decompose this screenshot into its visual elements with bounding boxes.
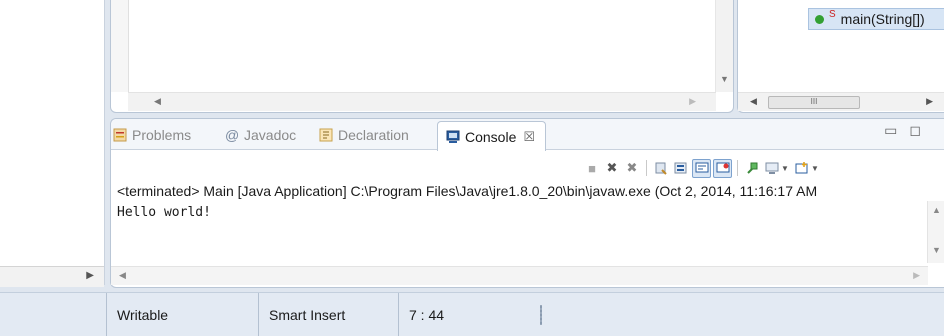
toolbar-separator — [737, 160, 738, 176]
declaration-icon — [319, 128, 333, 142]
chevron-down-icon[interactable]: ▼ — [811, 164, 819, 173]
open-console-icon[interactable]: ▼ — [793, 159, 821, 177]
console-vscrollbar[interactable]: ▲ ▼ — [927, 201, 944, 263]
console-output[interactable]: Hello world! — [117, 205, 211, 220]
scroll-right-arrow-icon[interactable]: ▶ — [926, 96, 933, 107]
scroll-left-arrow-icon[interactable]: ◀ — [154, 96, 161, 107]
display-console-icon[interactable]: ▼ — [763, 159, 791, 177]
status-writable: Writable — [106, 293, 258, 336]
scroll-left-arrow-icon[interactable]: ◀ — [119, 270, 126, 281]
console-toolbar: ■ ✖ ✖ ▼ ▼ — [583, 157, 821, 179]
static-modifier: S — [829, 8, 836, 20]
console-view: Problems @ Javadoc Declaration Console ☒… — [110, 118, 944, 288]
console-hscrollbar[interactable]: ◀ ▶ — [111, 266, 928, 285]
status-cursor-position[interactable]: 7 : 44 — [398, 293, 528, 336]
status-bar: Writable Smart Insert 7 : 44 — [0, 292, 944, 336]
public-method-icon — [815, 14, 824, 24]
scroll-down-arrow-icon[interactable]: ▼ — [932, 245, 941, 255]
tab-label: Problems — [132, 127, 192, 143]
tab-console[interactable]: Console ☒ — [437, 121, 547, 151]
scroll-left-arrow-icon[interactable]: ◀ — [750, 96, 757, 107]
editor-pane[interactable]: ▼ ◀ ▶ — [110, 0, 734, 113]
clear-console-icon[interactable] — [652, 159, 670, 177]
console-icon — [446, 130, 460, 143]
status-insert-mode[interactable]: Smart Insert — [258, 293, 398, 336]
package-explorer-hscrollbar[interactable]: ▶ — [0, 266, 104, 287]
view-window-controls: ▭◻ — [884, 122, 933, 139]
scroll-thumb[interactable]: III — [768, 96, 860, 109]
minimize-icon[interactable]: ▭ — [884, 122, 909, 138]
scroll-right-arrow-icon[interactable]: ▶ — [86, 270, 94, 281]
remove-launch-icon[interactable]: ✖ — [603, 159, 621, 177]
scroll-down-arrow-icon[interactable]: ▼ — [720, 74, 729, 84]
scroll-up-arrow-icon[interactable]: ▲ — [932, 205, 941, 215]
editor-gutter — [111, 0, 129, 92]
problems-icon — [113, 128, 127, 142]
word-wrap-icon[interactable] — [692, 158, 711, 178]
tab-declaration[interactable]: Declaration — [319, 127, 409, 143]
scroll-right-arrow-icon[interactable]: ▶ — [913, 270, 920, 281]
outline-hscrollbar[interactable]: ◀ III ▶ — [738, 92, 944, 111]
editor-hscrollbar[interactable]: ◀ ▶ — [128, 92, 716, 111]
maximize-icon[interactable]: ◻ — [909, 122, 933, 138]
tab-label: Console — [465, 128, 517, 145]
package-explorer-pane — [0, 0, 105, 285]
chevron-down-icon[interactable]: ▼ — [781, 164, 789, 173]
editor-vscrollbar[interactable]: ▼ — [715, 0, 733, 92]
toolbar-separator — [646, 160, 647, 176]
remove-all-terminated-icon[interactable]: ✖ — [623, 159, 641, 177]
terminate-icon[interactable]: ■ — [583, 159, 601, 177]
pin-console-icon[interactable] — [743, 159, 761, 177]
method-label: main(String[]) — [840, 11, 925, 27]
console-launch-description: <terminated> Main [Java Application] C:\… — [117, 183, 818, 199]
tab-javadoc[interactable]: @ Javadoc — [225, 127, 296, 143]
tab-label: Declaration — [338, 127, 409, 143]
scroll-lock-icon[interactable] — [672, 159, 690, 177]
outline-pane: S main(String[]) ◀ III ▶ — [737, 0, 944, 113]
status-bar-grip[interactable] — [540, 305, 542, 325]
scroll-right-arrow-icon[interactable]: ▶ — [689, 96, 696, 107]
show-on-stdout-icon[interactable] — [713, 158, 732, 178]
close-tab-icon[interactable]: ☒ — [523, 129, 535, 145]
outline-item-main[interactable]: S main(String[]) — [808, 8, 944, 30]
at-icon: @ — [225, 127, 240, 143]
tab-problems[interactable]: Problems — [113, 127, 191, 143]
tab-label: Javadoc — [244, 127, 297, 143]
view-tab-bar: Problems @ Javadoc Declaration Console ☒… — [111, 119, 944, 151]
